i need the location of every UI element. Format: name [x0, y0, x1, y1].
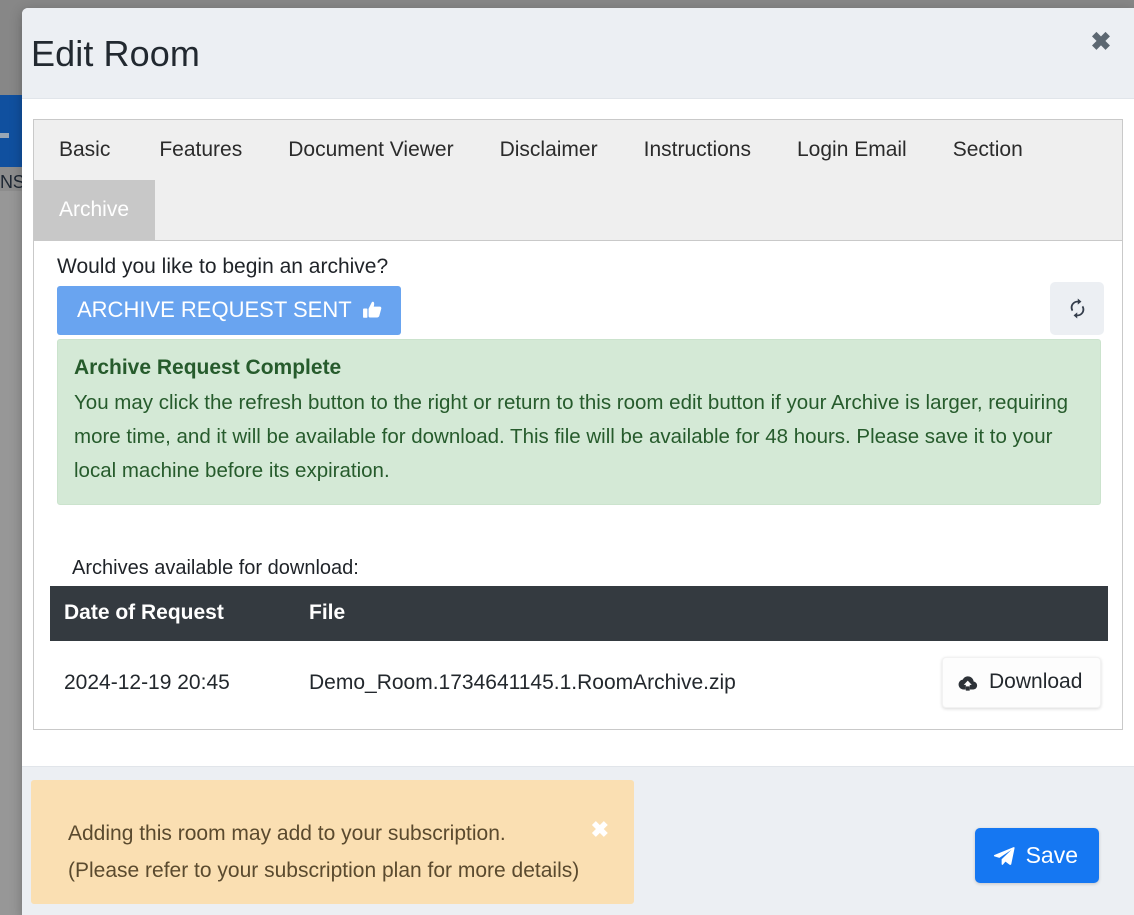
modal-header: Edit Room ✖ [22, 8, 1134, 99]
tab-strip: Basic Features Document Viewer Disclaime… [34, 120, 1122, 241]
modal-footer: Adding this room may add to your subscri… [22, 766, 1134, 915]
thumbs-up-icon [362, 300, 383, 320]
archive-request-sent-button[interactable]: ARCHIVE REQUEST SENT [57, 286, 401, 335]
edit-room-modal: Edit Room ✖ Basic Features Document View… [22, 8, 1134, 915]
archive-complete-alert: Archive Request Complete You may click t… [57, 339, 1101, 505]
download-button[interactable]: Download [942, 657, 1102, 708]
modal-body: Basic Features Document Viewer Disclaime… [22, 99, 1134, 766]
refresh-icon [1067, 298, 1088, 319]
tab-disclaimer[interactable]: Disclaimer [477, 120, 621, 180]
archives-table-caption: Archives available for download: [72, 557, 359, 579]
subscription-warning-line-2: (Please refer to your subscription plan … [68, 859, 580, 882]
column-header-action [928, 586, 1108, 641]
tab-document-viewer[interactable]: Document Viewer [265, 120, 476, 180]
refresh-archive-button[interactable] [1050, 282, 1104, 335]
tab-archive[interactable]: Archive [34, 180, 156, 240]
archive-request-row: ARCHIVE REQUEST SENT [50, 282, 1108, 335]
background-nav-marker [0, 133, 9, 138]
archives-table-head: Date of Request File [50, 586, 1108, 641]
column-header-file: File [295, 586, 928, 641]
tab-section[interactable]: Section [930, 120, 1046, 180]
archive-alert-title: Archive Request Complete [74, 356, 342, 379]
archive-question: Would you like to begin an archive? [57, 255, 389, 278]
archive-alert-body: You may click the refresh button to the … [74, 391, 1068, 482]
subscription-warning-line-1: Adding this room may add to your subscri… [68, 822, 506, 845]
column-header-date: Date of Request [50, 586, 295, 641]
archive-tab-panel: Would you like to begin an archive? ARCH… [34, 241, 1122, 724]
tab-row-secondary: Archive [34, 180, 1122, 240]
send-icon [993, 845, 1015, 865]
tab-features[interactable]: Features [136, 120, 265, 180]
page-title: Edit Room [31, 33, 200, 74]
archives-table: Date of Request File 2024-12-19 20:45 De… [50, 586, 1108, 724]
archive-request-sent-label: ARCHIVE REQUEST SENT [77, 297, 352, 322]
table-row: 2024-12-19 20:45 Demo_Room.1734641145.1.… [50, 641, 1108, 724]
dismiss-warning-icon[interactable]: ✖ [591, 819, 609, 841]
save-button-label: Save [1025, 842, 1078, 868]
save-button[interactable]: Save [974, 828, 1099, 883]
close-icon[interactable]: ✖ [1088, 29, 1114, 55]
cell-file: Demo_Room.1734641145.1.RoomArchive.zip [295, 641, 928, 724]
tab-widget: Basic Features Document Viewer Disclaime… [33, 119, 1123, 730]
table-header-row: Date of Request File [50, 586, 1108, 641]
tab-login-email[interactable]: Login Email [774, 120, 930, 180]
download-button-label: Download [989, 670, 1083, 693]
subscription-warning-alert: Adding this room may add to your subscri… [31, 780, 634, 904]
cloud-download-icon [957, 674, 978, 691]
cell-action: Download [928, 641, 1108, 724]
cell-date: 2024-12-19 20:45 [50, 641, 295, 724]
tab-instructions[interactable]: Instructions [621, 120, 774, 180]
tab-basic[interactable]: Basic [34, 120, 136, 180]
archives-table-body: 2024-12-19 20:45 Demo_Room.1734641145.1.… [50, 641, 1108, 724]
tab-row-primary: Basic Features Document Viewer Disclaime… [34, 120, 1122, 180]
